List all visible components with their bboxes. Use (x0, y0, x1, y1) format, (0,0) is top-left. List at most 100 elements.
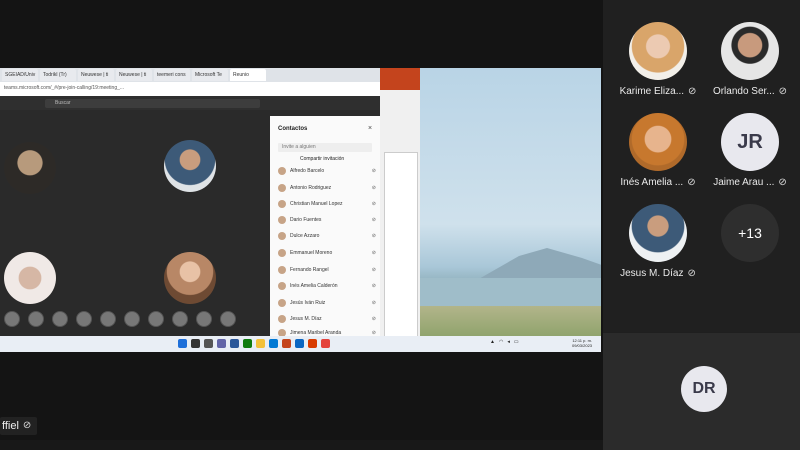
participant-tile[interactable]: JR Jaime Arau ... ⊘ (701, 113, 799, 188)
mic-off-icon: ⊘ (688, 86, 697, 97)
mic-off-icon: ⊘ (371, 168, 376, 174)
participant-thumb[interactable] (196, 311, 212, 327)
edge-icon[interactable] (243, 339, 252, 348)
url-text[interactable]: teams.microsoft.com/_#/pre-join-calling/… (4, 85, 284, 93)
invite-input[interactable]: Invite a alguien (278, 143, 372, 152)
browser-tab[interactable]: Neuwese | ti (116, 69, 152, 81)
browser-tabs: SGEIAD/Univ Todrikl (Tr) Neuwese | ti Ne… (0, 68, 380, 82)
chevron-up-icon[interactable]: ▲ (490, 339, 495, 345)
more-participants-button[interactable]: +13 (701, 204, 799, 262)
participant-tile[interactable]: Orlando Ser... ⊘ (701, 22, 799, 97)
participant-thumb[interactable] (220, 311, 236, 327)
contact-item[interactable]: Emmanuel Moreno ⊘ (278, 248, 376, 258)
participant-video-tile (164, 140, 216, 192)
participant-strip (0, 308, 274, 330)
share-invite-button[interactable]: Compartir invitación (300, 156, 344, 162)
participant-thumb[interactable] (124, 311, 140, 327)
avatar-initials: DR (681, 366, 727, 412)
word-icon[interactable] (230, 339, 239, 348)
avatar (721, 22, 779, 80)
mail-icon[interactable] (295, 339, 304, 348)
start-icon[interactable] (178, 339, 187, 348)
browser-tab[interactable]: SGEIAD/Univ (2, 69, 38, 81)
store-icon[interactable] (269, 339, 278, 348)
contact-item[interactable]: Jesus M. Díaz ⊘ (278, 314, 376, 324)
taskview-icon[interactable] (204, 339, 213, 348)
contact-item[interactable]: Antonio Rodriguez ⊘ (278, 183, 376, 193)
powerpoint-icon[interactable] (282, 339, 291, 348)
participant-tile[interactable]: Karime Eliza... ⊘ (609, 22, 707, 97)
avatar (278, 266, 286, 274)
close-icon[interactable]: × (368, 125, 372, 132)
browser-tab[interactable]: Microsoft Te (192, 69, 228, 81)
teams-search-input[interactable]: Buscar (45, 99, 260, 108)
shared-screen: SGEIAD/Univ Todrikl (Tr) Neuwese | ti Ne… (0, 68, 601, 352)
contact-item[interactable]: Christian Manuel Lopez ⊘ (278, 199, 376, 209)
mic-off-icon: ⊘ (371, 185, 376, 191)
avatar (278, 282, 286, 290)
avatar (278, 216, 286, 224)
avatar (278, 249, 286, 257)
contact-item[interactable]: Dario Fuentes ⊘ (278, 215, 376, 225)
mic-off-icon: ⊘ (778, 86, 788, 97)
mic-off-icon: ⊘ (371, 316, 376, 322)
volume-icon[interactable]: ◂ (507, 339, 510, 345)
background-document (384, 152, 418, 339)
participant-thumb[interactable] (4, 311, 20, 327)
participant-tile[interactable]: Jesus M. Díaz ⊘ (609, 204, 707, 279)
contact-item[interactable]: Dulce Azzaro ⊘ (278, 231, 376, 241)
browser-tab[interactable]: teemeri cons (154, 69, 190, 81)
avatar (629, 22, 687, 80)
system-tray: ▲ ◠ ◂ ▭ (490, 339, 519, 345)
taskbar-clock[interactable]: 12:11 p. m. 09/03/2023 (572, 338, 592, 348)
avatar (278, 315, 286, 323)
avatar (278, 232, 286, 240)
participant-video-tile (164, 252, 216, 304)
participant-thumb[interactable] (172, 311, 188, 327)
browser-tab-active[interactable]: Reunio (230, 69, 266, 81)
participant-thumb[interactable] (100, 311, 116, 327)
mic-off-icon: ⊘ (778, 177, 787, 188)
search-icon[interactable] (191, 339, 200, 348)
contacts-title: Contactos (278, 126, 308, 132)
avatar (278, 299, 286, 307)
participant-tile[interactable]: Inés Amelia ... ⊘ (609, 113, 707, 188)
contact-item[interactable]: Inés Amelia Calderón ⊘ (278, 281, 376, 291)
background-window-titlebar (380, 68, 420, 90)
avatar-initials: JR (721, 113, 779, 171)
mic-off-icon: ⊘ (371, 283, 376, 289)
mic-off-icon: ⊘ (22, 420, 32, 431)
participant-video-tile (4, 252, 56, 304)
browser-tab[interactable]: Neuwese | ti (78, 69, 114, 81)
avatar (278, 200, 286, 208)
mic-off-icon: ⊘ (371, 300, 376, 306)
mic-off-icon: ⊘ (371, 201, 376, 207)
mic-off-icon: ⊘ (371, 217, 376, 223)
mic-off-icon: ⊘ (371, 267, 376, 273)
office-icon[interactable] (308, 339, 317, 348)
contact-item[interactable]: Jesús Iván Ruiz ⊘ (278, 298, 376, 308)
wallpaper-water (420, 278, 601, 306)
avatar (629, 113, 687, 171)
participant-thumb[interactable] (76, 311, 92, 327)
participant-thumb[interactable] (28, 311, 44, 327)
folder-icon[interactable] (256, 339, 265, 348)
presenter-name-label: ffiel ⊘ (0, 417, 38, 435)
battery-icon[interactable]: ▭ (514, 339, 519, 345)
avatar (278, 167, 286, 175)
participant-thumb[interactable] (52, 311, 68, 327)
contact-item[interactable]: Fernando Rangel ⊘ (278, 265, 376, 275)
meeting-bottom-bar (0, 440, 603, 450)
chrome-icon[interactable] (321, 339, 330, 348)
chat-icon[interactable] (217, 339, 226, 348)
contact-item[interactable]: Alfredo Barcelo ⊘ (278, 166, 376, 176)
avatar (629, 204, 687, 262)
browser-tab[interactable]: Todrikl (Tr) (40, 69, 76, 81)
address-bar[interactable]: teams.microsoft.com/_#/pre-join-calling/… (0, 82, 380, 97)
wifi-icon[interactable]: ◠ (499, 339, 503, 345)
participant-video-tile (4, 142, 56, 194)
mic-off-icon: ⊘ (687, 268, 696, 279)
taskbar-icons (178, 339, 330, 348)
mic-off-icon: ⊘ (371, 250, 376, 256)
participant-thumb[interactable] (148, 311, 164, 327)
